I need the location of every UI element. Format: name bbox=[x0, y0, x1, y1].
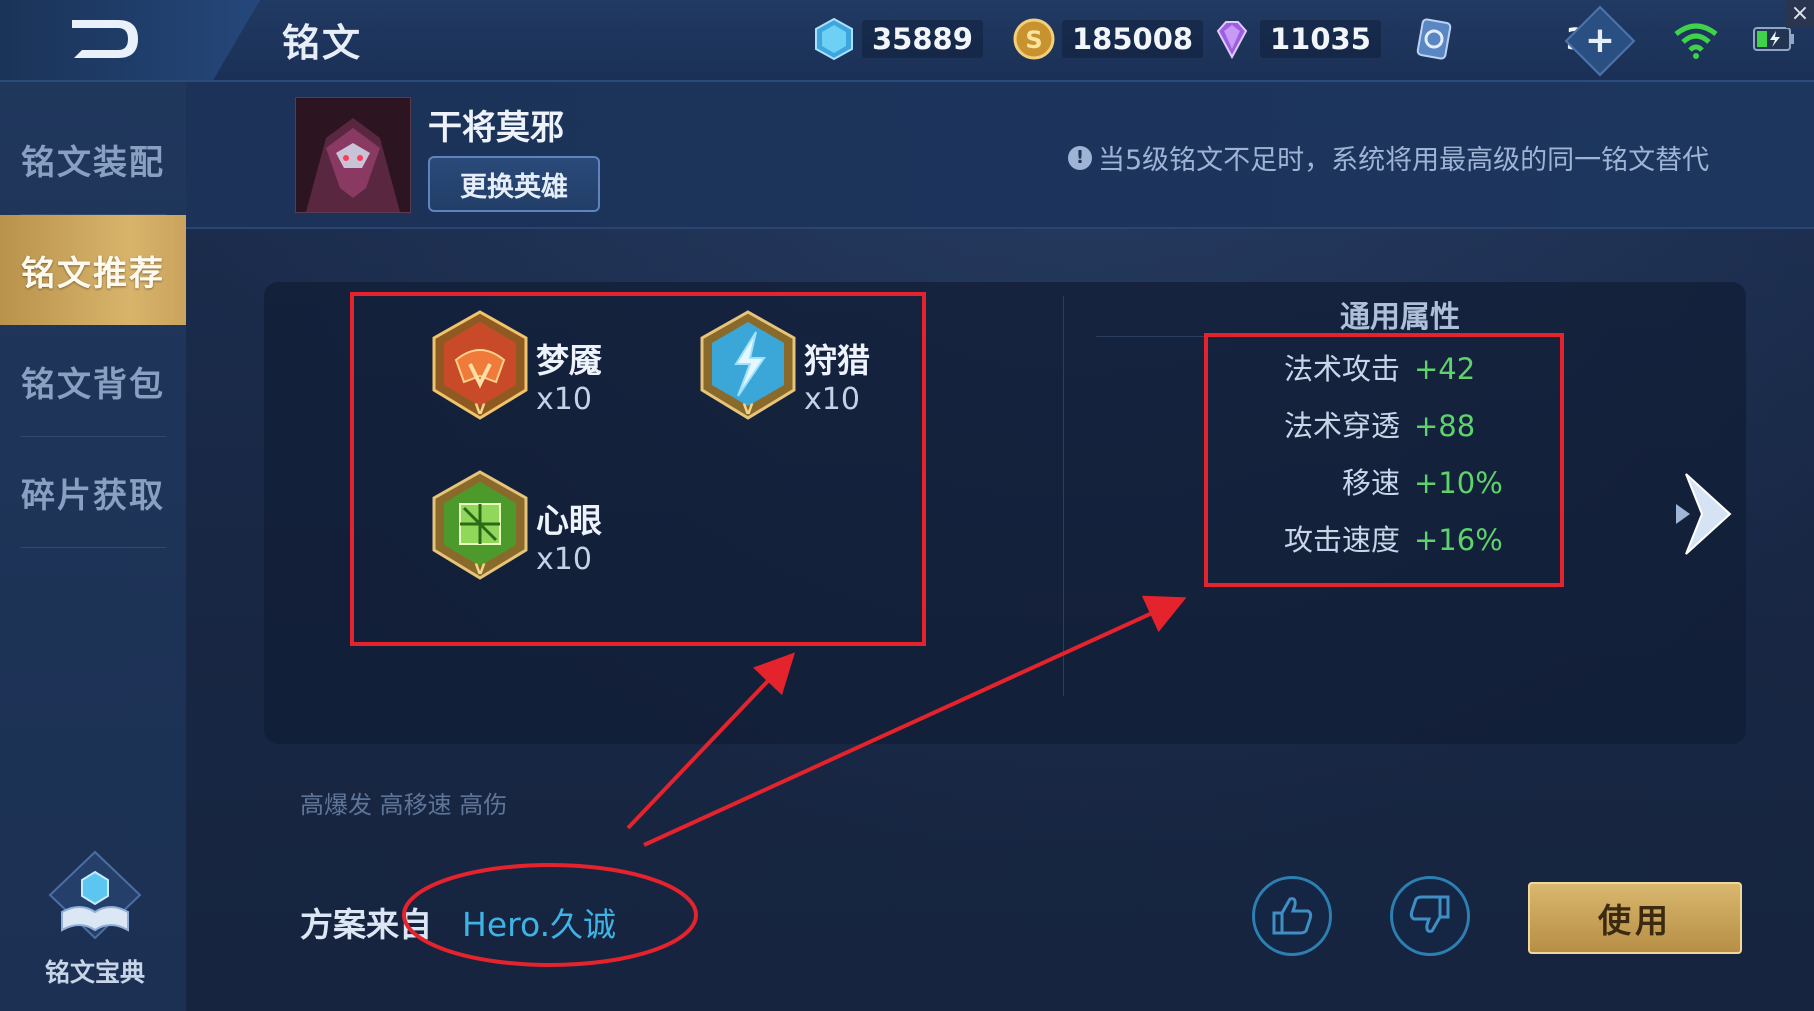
sidebar-item-rune-bag[interactable]: 铭文背包 bbox=[0, 326, 186, 436]
diamond-icon bbox=[815, 17, 853, 61]
notice-text: 当5级铭文不足时，系统将用最高级的同一铭文替代 bbox=[1098, 145, 1710, 176]
annotation-box-attributes bbox=[1204, 333, 1564, 587]
ticket-icon bbox=[1416, 18, 1452, 60]
gem-currency: 11035 bbox=[1210, 16, 1381, 62]
use-button[interactable]: 使用 bbox=[1528, 882, 1742, 954]
hero-name: 干将莫邪 bbox=[428, 108, 564, 148]
sidebar-item-fragment-obtain[interactable]: 碎片获取 bbox=[0, 437, 186, 547]
annotation-box-runes bbox=[350, 292, 926, 646]
gem-count: 11035 bbox=[1260, 20, 1381, 58]
gold-coin-icon: S bbox=[1013, 18, 1055, 60]
change-hero-button[interactable]: 更换英雄 bbox=[428, 156, 600, 212]
gold-currency: S 185008 bbox=[1012, 16, 1204, 62]
gold-count: 185008 bbox=[1062, 20, 1204, 58]
like-button[interactable] bbox=[1252, 876, 1332, 956]
close-icon[interactable]: × bbox=[1786, 0, 1814, 28]
back-button[interactable] bbox=[0, 0, 260, 80]
attributes-title: 通用属性 bbox=[1340, 300, 1460, 335]
battery-icon bbox=[1753, 27, 1794, 51]
top-bar: 铭文 35889 S 185008 11035 3 + bbox=[0, 0, 1814, 82]
diamond-currency: 35889 bbox=[812, 16, 983, 62]
sidebar-item-rune-equip[interactable]: 铭文装配 bbox=[0, 104, 186, 214]
diamond-count: 35889 bbox=[862, 20, 983, 58]
page-title: 铭文 bbox=[282, 21, 363, 65]
rune-notice: ! 当5级铭文不足时，系统将用最高级的同一铭文替代 bbox=[1068, 138, 1709, 177]
dislike-button[interactable] bbox=[1390, 876, 1470, 956]
codex-label: 铭文宝典 bbox=[44, 958, 145, 987]
next-page-arrow-icon[interactable] bbox=[1672, 470, 1736, 558]
svg-text:S: S bbox=[1025, 26, 1042, 54]
plus-icon: + bbox=[1584, 20, 1616, 61]
info-icon: ! bbox=[1068, 145, 1092, 170]
thumbs-up-icon bbox=[1272, 897, 1313, 935]
hero-avatar[interactable] bbox=[295, 97, 411, 213]
thumbs-down-icon bbox=[1409, 895, 1450, 933]
sidebar-divider bbox=[20, 547, 166, 548]
back-arrow-icon bbox=[72, 20, 138, 58]
hero-portrait-image bbox=[296, 98, 410, 212]
rune-codex-button[interactable]: 铭文宝典 bbox=[30, 850, 160, 1000]
source-author-link[interactable]: Hero.久诚 bbox=[462, 898, 616, 946]
panel-divider bbox=[1063, 296, 1064, 696]
sidebar-item-rune-recommend[interactable]: 铭文推荐 bbox=[0, 215, 186, 325]
source-label: 方案来自 bbox=[300, 905, 432, 944]
plan-tags: 高爆发 高移速 高伤 bbox=[300, 791, 508, 819]
book-icon bbox=[48, 850, 142, 940]
wifi-icon bbox=[1674, 23, 1718, 59]
gem-icon bbox=[1216, 21, 1248, 60]
